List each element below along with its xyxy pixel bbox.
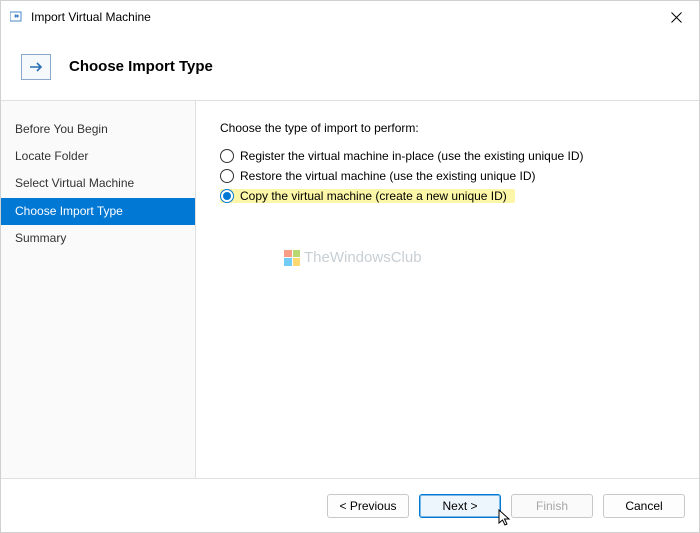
sidebar-item-select-virtual-machine[interactable]: Select Virtual Machine	[1, 170, 195, 197]
radio-label: Restore the virtual machine (use the exi…	[240, 169, 535, 183]
windows-logo-icon	[284, 250, 300, 266]
cancel-button[interactable]: Cancel	[603, 494, 685, 518]
radio-option-register[interactable]: Register the virtual machine in-place (u…	[220, 149, 675, 163]
radio-label: Copy the virtual machine (create a new u…	[240, 189, 507, 203]
wizard-content: Choose the type of import to perform: Re…	[196, 101, 699, 478]
next-button[interactable]: Next >	[419, 494, 501, 518]
watermark-text: TheWindowsClub	[304, 249, 422, 266]
finish-button: Finish	[511, 494, 593, 518]
import-type-radio-group: Register the virtual machine in-place (u…	[220, 149, 675, 203]
radio-option-copy[interactable]: Copy the virtual machine (create a new u…	[220, 189, 515, 203]
titlebar: Import Virtual Machine	[1, 1, 699, 33]
radio-icon	[220, 189, 234, 203]
window-title: Import Virtual Machine	[31, 10, 151, 24]
app-icon	[9, 9, 25, 25]
radio-label: Register the virtual machine in-place (u…	[240, 149, 584, 163]
wizard-steps-sidebar: Before You Begin Locate Folder Select Vi…	[1, 101, 196, 478]
import-icon	[21, 54, 51, 80]
radio-icon	[220, 149, 234, 163]
radio-icon	[220, 169, 234, 183]
close-button[interactable]	[653, 1, 699, 33]
sidebar-item-summary[interactable]: Summary	[1, 225, 195, 252]
wizard-footer: < Previous Next > Finish Cancel	[1, 478, 699, 532]
wizard-header: Choose Import Type	[1, 33, 699, 101]
sidebar-item-locate-folder[interactable]: Locate Folder	[1, 143, 195, 170]
sidebar-item-choose-import-type[interactable]: Choose Import Type	[1, 198, 195, 225]
wizard-window: Import Virtual Machine Choose Import Typ…	[0, 0, 700, 533]
wizard-body: Before You Begin Locate Folder Select Vi…	[1, 101, 699, 478]
instruction-text: Choose the type of import to perform:	[220, 121, 675, 135]
watermark: TheWindowsClub	[284, 249, 422, 266]
radio-option-restore[interactable]: Restore the virtual machine (use the exi…	[220, 169, 675, 183]
previous-button[interactable]: < Previous	[327, 494, 409, 518]
page-title: Choose Import Type	[69, 58, 213, 75]
sidebar-item-before-you-begin[interactable]: Before You Begin	[1, 116, 195, 143]
